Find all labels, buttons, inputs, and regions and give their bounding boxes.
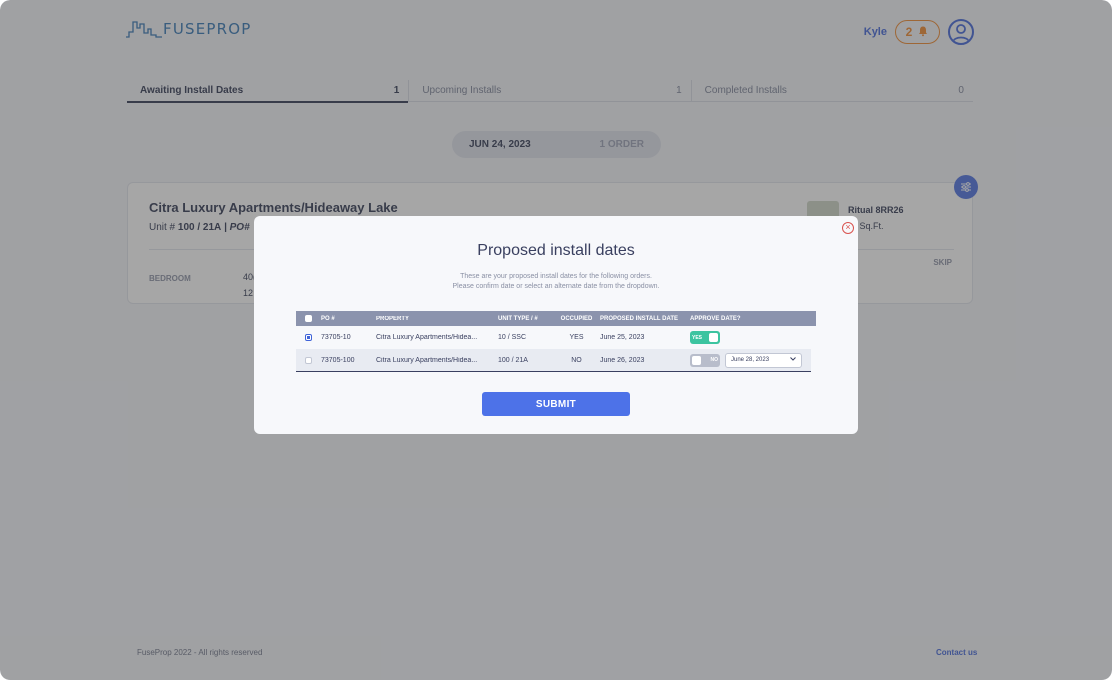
approve-toggle[interactable]: YES (690, 331, 720, 344)
alternate-date-select[interactable]: June 28, 2023 (725, 352, 802, 368)
toggle-knob (692, 355, 701, 365)
po-number: 73705-10 (321, 334, 351, 341)
column-header: OCCUPIED (560, 315, 593, 322)
toggle-knob (709, 333, 718, 342)
toggle-label: NO (710, 357, 719, 363)
alternate-date-value: June 28, 2023 (731, 357, 770, 363)
row-checkbox[interactable] (305, 334, 312, 341)
po-number: 73705-100 (321, 356, 355, 364)
column-header: PO # (321, 315, 335, 322)
select-all-checkbox[interactable] (305, 315, 312, 322)
occupied-value: YES (569, 334, 584, 341)
close-icon[interactable]: × (842, 222, 854, 234)
row-checkbox[interactable] (305, 356, 312, 364)
column-header: PROPOSED INSTALL DATE (600, 315, 679, 322)
proposed-date: June 25, 2023 (600, 334, 645, 341)
table-header: PO # PROPERTY UNIT TYPE / # OCCUPIED PRO… (296, 311, 816, 326)
toggle-label: YES (692, 334, 703, 341)
modal-description: These are your proposed install dates fo… (254, 272, 858, 292)
approve-toggle[interactable]: NO (690, 353, 720, 367)
orders-table: PO # PROPERTY UNIT TYPE / # OCCUPIED PRO… (296, 311, 816, 372)
app-root: FUSEPROP Kyle 2 Awaiting Install Dates 1… (0, 0, 1112, 680)
column-header: PROPERTY (376, 315, 410, 322)
submit-button[interactable]: SUBMIT (482, 392, 630, 416)
proposed-install-dates-modal: × Proposed install dates These are your … (254, 216, 858, 434)
chevron-down-icon (790, 357, 796, 363)
property-name: Citra Luxury Apartments/Hidea... (376, 356, 478, 364)
modal-description-line: Please confirm date or select an alterna… (452, 283, 660, 290)
table-row: 73705-10 Citra Luxury Apartments/Hidea..… (296, 326, 811, 349)
unit-type: 10 / SSC (498, 334, 527, 341)
occupied-value: NO (571, 356, 582, 364)
modal-title: Proposed install dates (477, 242, 635, 259)
modal-description-line: These are your proposed install dates fo… (460, 273, 652, 280)
column-header: APPROVE DATE? (690, 315, 741, 322)
table-row: 73705-100 Citra Luxury Apartments/Hidea.… (296, 349, 811, 372)
property-name: Citra Luxury Apartments/Hidea... (376, 334, 478, 341)
unit-type: 100 / 21A (498, 356, 528, 364)
column-header: UNIT TYPE / # (498, 315, 538, 322)
proposed-date: June 26, 2023 (600, 356, 645, 364)
